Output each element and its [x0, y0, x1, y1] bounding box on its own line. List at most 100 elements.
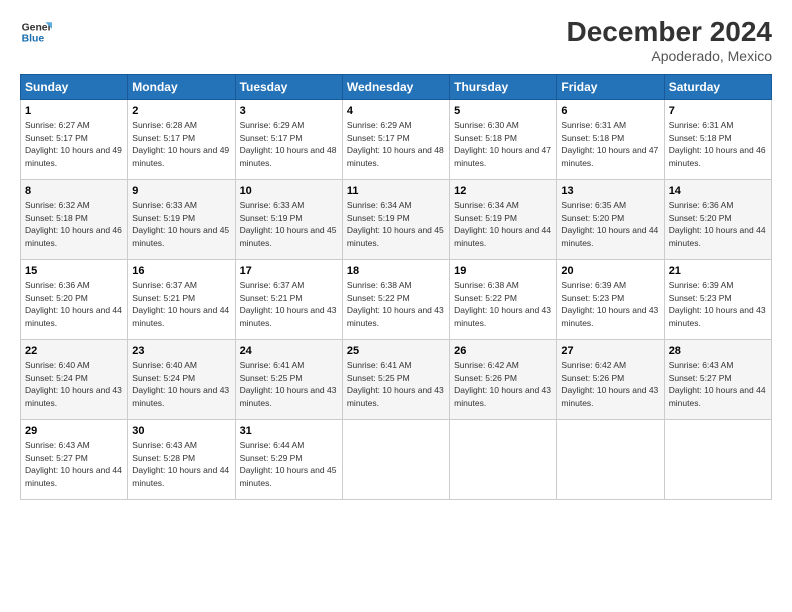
weekday-header-cell: Wednesday [342, 75, 449, 100]
day-number: 6 [561, 104, 659, 119]
day-detail: Sunrise: 6:37 AMSunset: 5:21 PMDaylight:… [132, 280, 229, 328]
calendar-table: SundayMondayTuesdayWednesdayThursdayFrid… [20, 74, 772, 500]
day-detail: Sunrise: 6:31 AMSunset: 5:18 PMDaylight:… [561, 120, 658, 168]
day-detail: Sunrise: 6:36 AMSunset: 5:20 PMDaylight:… [669, 200, 766, 248]
calendar-day-cell: 30Sunrise: 6:43 AMSunset: 5:28 PMDayligh… [128, 420, 235, 500]
day-detail: Sunrise: 6:33 AMSunset: 5:19 PMDaylight:… [240, 200, 337, 248]
calendar-day-cell: 29Sunrise: 6:43 AMSunset: 5:27 PMDayligh… [21, 420, 128, 500]
day-detail: Sunrise: 6:38 AMSunset: 5:22 PMDaylight:… [454, 280, 551, 328]
day-number: 30 [132, 424, 230, 439]
day-detail: Sunrise: 6:28 AMSunset: 5:17 PMDaylight:… [132, 120, 229, 168]
day-number: 5 [454, 104, 552, 119]
day-number: 26 [454, 344, 552, 359]
day-number: 27 [561, 344, 659, 359]
day-detail: Sunrise: 6:33 AMSunset: 5:19 PMDaylight:… [132, 200, 229, 248]
calendar-day-cell [342, 420, 449, 500]
weekday-header: SundayMondayTuesdayWednesdayThursdayFrid… [21, 75, 772, 100]
day-detail: Sunrise: 6:43 AMSunset: 5:27 PMDaylight:… [669, 360, 766, 408]
calendar-day-cell: 4Sunrise: 6:29 AMSunset: 5:17 PMDaylight… [342, 100, 449, 180]
weekday-header-cell: Saturday [664, 75, 771, 100]
day-number: 19 [454, 264, 552, 279]
day-number: 28 [669, 344, 767, 359]
day-detail: Sunrise: 6:40 AMSunset: 5:24 PMDaylight:… [25, 360, 122, 408]
calendar-day-cell: 1Sunrise: 6:27 AMSunset: 5:17 PMDaylight… [21, 100, 128, 180]
day-number: 22 [25, 344, 123, 359]
day-detail: Sunrise: 6:31 AMSunset: 5:18 PMDaylight:… [669, 120, 766, 168]
day-detail: Sunrise: 6:38 AMSunset: 5:22 PMDaylight:… [347, 280, 444, 328]
day-number: 13 [561, 184, 659, 199]
calendar-day-cell: 26Sunrise: 6:42 AMSunset: 5:26 PMDayligh… [450, 340, 557, 420]
logo-icon: General Blue [20, 16, 52, 48]
calendar-week-row: 15Sunrise: 6:36 AMSunset: 5:20 PMDayligh… [21, 260, 772, 340]
day-number: 29 [25, 424, 123, 439]
day-number: 11 [347, 184, 445, 199]
day-number: 12 [454, 184, 552, 199]
day-detail: Sunrise: 6:29 AMSunset: 5:17 PMDaylight:… [240, 120, 337, 168]
calendar-week-row: 29Sunrise: 6:43 AMSunset: 5:27 PMDayligh… [21, 420, 772, 500]
calendar-day-cell: 6Sunrise: 6:31 AMSunset: 5:18 PMDaylight… [557, 100, 664, 180]
day-number: 23 [132, 344, 230, 359]
calendar-day-cell: 22Sunrise: 6:40 AMSunset: 5:24 PMDayligh… [21, 340, 128, 420]
calendar-day-cell: 17Sunrise: 6:37 AMSunset: 5:21 PMDayligh… [235, 260, 342, 340]
calendar-day-cell: 16Sunrise: 6:37 AMSunset: 5:21 PMDayligh… [128, 260, 235, 340]
day-detail: Sunrise: 6:42 AMSunset: 5:26 PMDaylight:… [561, 360, 658, 408]
day-number: 8 [25, 184, 123, 199]
day-number: 4 [347, 104, 445, 119]
weekday-header-cell: Thursday [450, 75, 557, 100]
weekday-header-cell: Friday [557, 75, 664, 100]
day-number: 14 [669, 184, 767, 199]
day-detail: Sunrise: 6:34 AMSunset: 5:19 PMDaylight:… [347, 200, 444, 248]
day-number: 1 [25, 104, 123, 119]
day-detail: Sunrise: 6:35 AMSunset: 5:20 PMDaylight:… [561, 200, 658, 248]
day-number: 16 [132, 264, 230, 279]
main-title: December 2024 [567, 16, 772, 48]
calendar-day-cell: 5Sunrise: 6:30 AMSunset: 5:18 PMDaylight… [450, 100, 557, 180]
day-detail: Sunrise: 6:36 AMSunset: 5:20 PMDaylight:… [25, 280, 122, 328]
day-detail: Sunrise: 6:29 AMSunset: 5:17 PMDaylight:… [347, 120, 444, 168]
day-number: 17 [240, 264, 338, 279]
subtitle: Apoderado, Mexico [567, 48, 772, 64]
calendar-day-cell: 8Sunrise: 6:32 AMSunset: 5:18 PMDaylight… [21, 180, 128, 260]
day-detail: Sunrise: 6:43 AMSunset: 5:27 PMDaylight:… [25, 440, 122, 488]
calendar-day-cell: 7Sunrise: 6:31 AMSunset: 5:18 PMDaylight… [664, 100, 771, 180]
day-number: 24 [240, 344, 338, 359]
title-block: December 2024 Apoderado, Mexico [567, 16, 772, 64]
calendar-day-cell: 31Sunrise: 6:44 AMSunset: 5:29 PMDayligh… [235, 420, 342, 500]
calendar-week-row: 22Sunrise: 6:40 AMSunset: 5:24 PMDayligh… [21, 340, 772, 420]
calendar-day-cell: 27Sunrise: 6:42 AMSunset: 5:26 PMDayligh… [557, 340, 664, 420]
day-number: 20 [561, 264, 659, 279]
calendar-day-cell: 24Sunrise: 6:41 AMSunset: 5:25 PMDayligh… [235, 340, 342, 420]
calendar-day-cell: 14Sunrise: 6:36 AMSunset: 5:20 PMDayligh… [664, 180, 771, 260]
weekday-header-cell: Tuesday [235, 75, 342, 100]
day-detail: Sunrise: 6:40 AMSunset: 5:24 PMDaylight:… [132, 360, 229, 408]
calendar-day-cell [664, 420, 771, 500]
calendar-day-cell: 28Sunrise: 6:43 AMSunset: 5:27 PMDayligh… [664, 340, 771, 420]
calendar-day-cell: 9Sunrise: 6:33 AMSunset: 5:19 PMDaylight… [128, 180, 235, 260]
calendar-body: 1Sunrise: 6:27 AMSunset: 5:17 PMDaylight… [21, 100, 772, 500]
day-detail: Sunrise: 6:39 AMSunset: 5:23 PMDaylight:… [669, 280, 766, 328]
day-detail: Sunrise: 6:34 AMSunset: 5:19 PMDaylight:… [454, 200, 551, 248]
day-number: 9 [132, 184, 230, 199]
day-detail: Sunrise: 6:41 AMSunset: 5:25 PMDaylight:… [240, 360, 337, 408]
day-detail: Sunrise: 6:41 AMSunset: 5:25 PMDaylight:… [347, 360, 444, 408]
day-detail: Sunrise: 6:30 AMSunset: 5:18 PMDaylight:… [454, 120, 551, 168]
calendar-day-cell: 21Sunrise: 6:39 AMSunset: 5:23 PMDayligh… [664, 260, 771, 340]
calendar-day-cell: 11Sunrise: 6:34 AMSunset: 5:19 PMDayligh… [342, 180, 449, 260]
weekday-header-cell: Monday [128, 75, 235, 100]
logo: General Blue [20, 16, 52, 48]
calendar-day-cell: 13Sunrise: 6:35 AMSunset: 5:20 PMDayligh… [557, 180, 664, 260]
header: General Blue December 2024 Apoderado, Me… [20, 16, 772, 64]
day-number: 15 [25, 264, 123, 279]
day-number: 7 [669, 104, 767, 119]
day-detail: Sunrise: 6:42 AMSunset: 5:26 PMDaylight:… [454, 360, 551, 408]
calendar-day-cell: 20Sunrise: 6:39 AMSunset: 5:23 PMDayligh… [557, 260, 664, 340]
day-detail: Sunrise: 6:43 AMSunset: 5:28 PMDaylight:… [132, 440, 229, 488]
calendar-day-cell: 25Sunrise: 6:41 AMSunset: 5:25 PMDayligh… [342, 340, 449, 420]
page: General Blue December 2024 Apoderado, Me… [0, 0, 792, 612]
day-number: 31 [240, 424, 338, 439]
calendar-week-row: 8Sunrise: 6:32 AMSunset: 5:18 PMDaylight… [21, 180, 772, 260]
day-number: 21 [669, 264, 767, 279]
day-detail: Sunrise: 6:39 AMSunset: 5:23 PMDaylight:… [561, 280, 658, 328]
calendar-day-cell [557, 420, 664, 500]
calendar-day-cell: 19Sunrise: 6:38 AMSunset: 5:22 PMDayligh… [450, 260, 557, 340]
